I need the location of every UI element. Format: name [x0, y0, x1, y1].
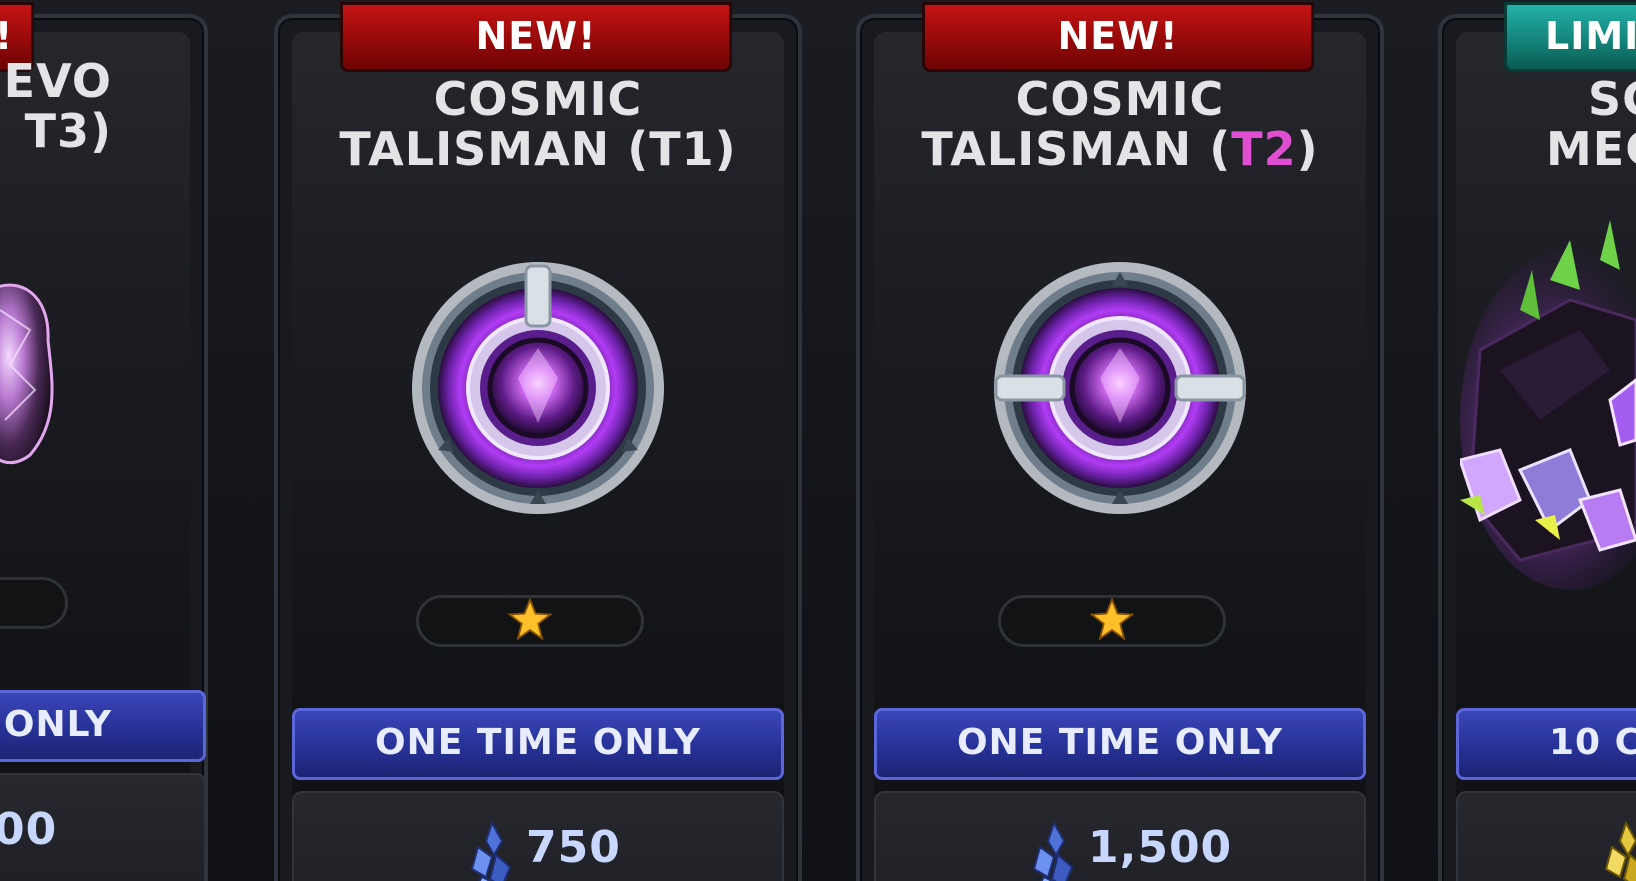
card-title: EVO T3) — [3, 54, 112, 158]
crystal-shards-icon — [1032, 821, 1074, 881]
price-panel[interactable] — [1456, 791, 1636, 881]
ribbon-new: NEW! — [922, 2, 1314, 72]
price-value: 00 — [0, 804, 58, 855]
price-panel[interactable]: 750 — [292, 791, 784, 881]
crystal-shards-icon — [470, 821, 512, 881]
card-title: COSMIC TALISMAN (T2) — [921, 72, 1319, 176]
one-time-only-button[interactable]: ONLY — [0, 690, 206, 762]
cosmic-talisman-t2-icon — [994, 262, 1246, 514]
evo-crystal-icon — [0, 283, 54, 465]
star-rating-pill — [0, 577, 68, 629]
gold-shards-icon — [1604, 821, 1636, 881]
price-value: 1,500 — [1088, 822, 1233, 873]
crystal-pile-icon — [1460, 220, 1636, 590]
star-icon — [1089, 597, 1135, 641]
ribbon-new: NEW! — [340, 2, 732, 72]
card-title: COSMIC TALISMAN (T1) — [339, 72, 737, 176]
tier-label: T2 — [1231, 122, 1297, 176]
one-time-only-button[interactable]: ONE TIME ONLY — [874, 708, 1366, 780]
price-panel[interactable]: 1,500 — [874, 791, 1366, 881]
store-card-cosmic-talisman-t2[interactable]: NEW! COSMIC TALISMAN (T2) ONE TIME ONLY … — [856, 2, 1384, 881]
offer-button[interactable]: 10 CI — [1456, 708, 1636, 780]
card-title: SC MEC — [1546, 72, 1636, 176]
one-time-only-button[interactable]: ONE TIME ONLY — [292, 708, 784, 780]
star-rating-pill — [998, 595, 1226, 647]
store-card-cosmic-talisman-t1[interactable]: NEW! COSMIC TALISMAN (T1) ONE TIME ONLY … — [274, 2, 802, 881]
ribbon-limited: LIMI — [1504, 2, 1636, 72]
price-value: 750 — [526, 822, 621, 873]
cosmic-talisman-t1-icon — [412, 262, 664, 514]
star-rating-pill — [416, 595, 644, 647]
store-carousel: ! EVO T3) ONLY 00 NEW! COSMIC TALISMAN (… — [0, 0, 1636, 881]
star-icon — [507, 597, 553, 641]
price-panel[interactable]: 00 — [0, 773, 206, 881]
